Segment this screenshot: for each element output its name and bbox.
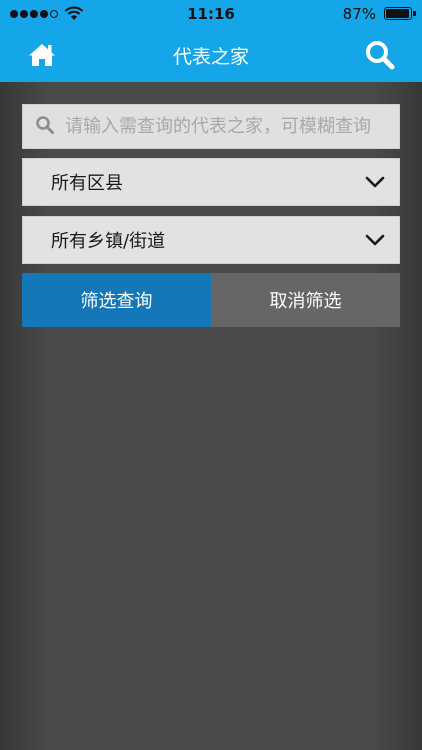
district-select[interactable]: 所有区县	[22, 158, 400, 206]
chevron-down-icon	[365, 173, 385, 192]
street-select[interactable]: 所有乡镇/街道	[22, 216, 400, 264]
status-bar: 11:16 87%	[0, 0, 422, 28]
battery-icon	[384, 7, 416, 20]
filter-query-button[interactable]: 筛选查询	[22, 273, 211, 327]
battery-percent: 87%	[342, 5, 376, 23]
nav-bar: 代表之家	[0, 28, 422, 82]
street-select-value: 所有乡镇/街道	[51, 231, 166, 252]
battery-fill	[386, 9, 409, 18]
search-icon	[35, 115, 55, 139]
search-icon	[366, 41, 395, 70]
search-field[interactable]	[22, 104, 400, 149]
page-title: 代表之家	[172, 46, 249, 68]
app-screen: 11:16 87% 代表之家 请输入需查询的代表之家，可模糊查询 所有区县 所有…	[0, 0, 422, 750]
search-button[interactable]	[360, 35, 400, 75]
cancel-filter-button[interactable]: 取消筛选	[211, 273, 400, 327]
search-input[interactable]	[65, 105, 399, 148]
district-select-value: 所有区县	[51, 173, 123, 194]
chevron-down-icon	[365, 231, 385, 250]
